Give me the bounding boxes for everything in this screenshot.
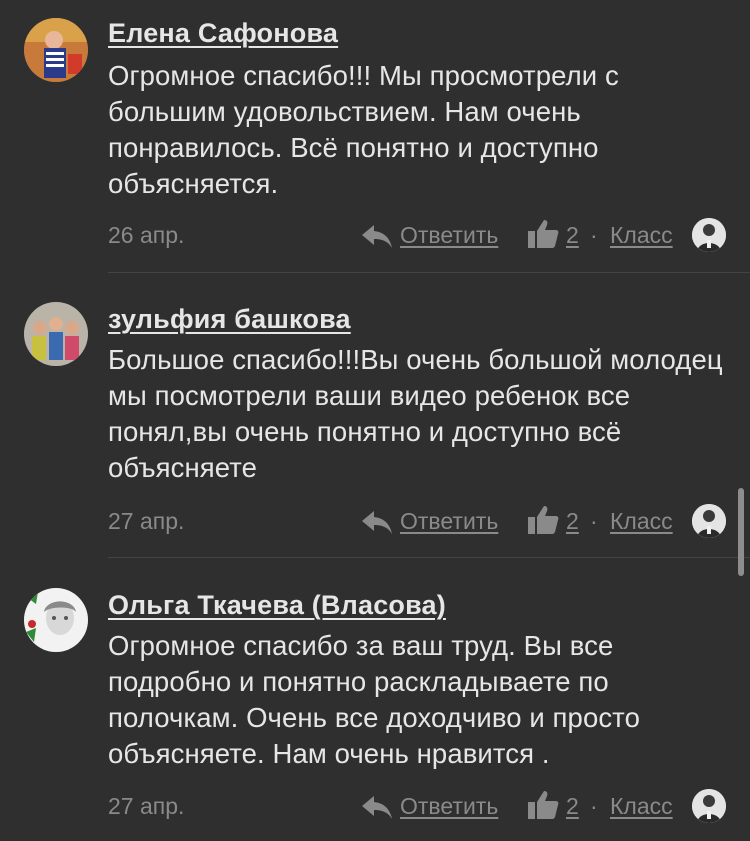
comment-author[interactable]: Елена Сафонова [108,18,338,49]
thumbs-up-icon[interactable] [526,789,560,821]
divider [108,557,750,558]
comment-footer: 27 апр. Ответить 2 · Класс [108,504,730,540]
klass-button[interactable]: Класс [610,222,673,249]
avatar[interactable] [24,588,88,652]
reply-button[interactable]: Ответить [400,793,498,820]
like-count[interactable]: 2 [566,508,579,535]
divider [108,272,750,273]
reply-button[interactable]: Ответить [400,508,498,535]
like-count[interactable]: 2 [566,793,579,820]
separator: · [590,222,598,248]
reply-icon[interactable] [360,508,394,536]
klass-button[interactable]: Класс [610,793,673,820]
comment-text: Огромное спасибо за ваш труд. Вы все под… [108,630,640,769]
comment-text: Большое спасибо!!!Вы очень большой молод… [108,344,723,483]
scrollbar[interactable] [738,488,744,576]
liker-avatar[interactable] [692,789,726,823]
avatar[interactable] [24,302,88,366]
reply-button[interactable]: Ответить [400,222,498,249]
liker-avatar[interactable] [692,504,726,538]
thumbs-up-icon[interactable] [526,504,560,536]
separator: · [590,508,598,534]
comment-date: 27 апр. [108,793,185,819]
comment-date: 27 апр. [108,508,185,534]
avatar[interactable] [24,18,88,82]
comment-author[interactable]: зульфия башкова [108,304,351,335]
comment-footer: 27 апр. Ответить 2 · Класс [108,789,730,825]
thumbs-up-icon[interactable] [526,218,560,250]
like-count[interactable]: 2 [566,222,579,249]
separator: · [590,793,598,819]
comment-text: Огромное спасибо!!! Мы просмотрели с бол… [108,60,619,199]
comment-footer: 26 апр. Ответить 2 · Класс [108,218,730,254]
comment-date: 26 апр. [108,222,185,248]
klass-button[interactable]: Класс [610,508,673,535]
comment-author[interactable]: Ольга Ткачева (Власова) [108,590,446,621]
liker-avatar[interactable] [692,218,726,252]
reply-icon[interactable] [360,793,394,821]
reply-icon[interactable] [360,222,394,250]
